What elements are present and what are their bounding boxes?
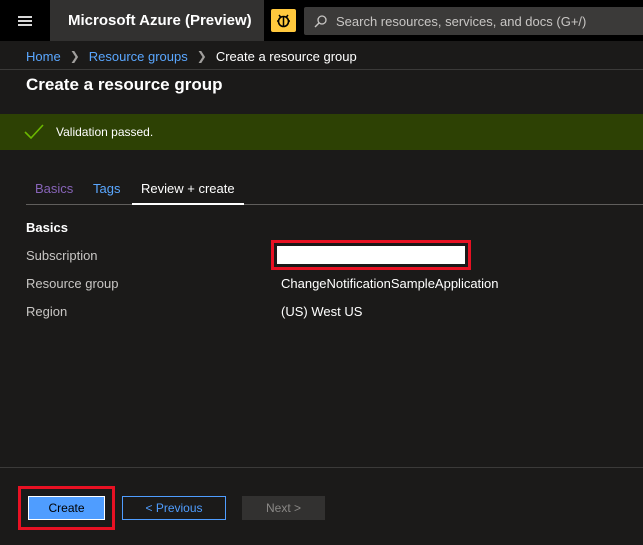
divider — [0, 69, 643, 70]
breadcrumb-home[interactable]: Home — [26, 49, 61, 64]
portal-brand[interactable]: Microsoft Azure (Preview) — [50, 0, 264, 41]
validation-banner: Validation passed. — [0, 114, 643, 150]
brand-title: Microsoft Azure (Preview) — [68, 12, 252, 29]
previous-button[interactable]: < Previous — [122, 496, 226, 520]
resource-group-label: Resource group — [26, 276, 119, 291]
tab-tags[interactable]: Tags — [84, 177, 129, 205]
region-value: (US) West US — [281, 304, 363, 319]
create-button[interactable]: Create — [28, 496, 105, 520]
checkmark-icon — [24, 124, 44, 140]
page-title: Create a resource group — [26, 75, 223, 94]
chevron-right-icon: ❯ — [196, 49, 207, 63]
breadcrumb-resource-groups[interactable]: Resource groups — [89, 49, 188, 64]
subscription-label: Subscription — [26, 248, 98, 263]
preview-bug-icon[interactable] — [271, 9, 296, 32]
section-title-basics: Basics — [26, 220, 68, 235]
breadcrumb: Home ❯ Resource groups ❯ Create a resour… — [26, 47, 357, 65]
banner-text: Validation passed. — [56, 125, 154, 139]
global-search-input[interactable]: Search resources, services, and docs (G+… — [304, 7, 643, 35]
resource-group-value: ChangeNotificationSampleApplication — [281, 276, 499, 291]
footer-divider — [0, 467, 643, 468]
subscription-value-redacted — [271, 240, 471, 270]
portal-menu-button[interactable] — [0, 0, 50, 41]
search-placeholder: Search resources, services, and docs (G+… — [336, 13, 587, 29]
region-label: Region — [26, 304, 68, 319]
top-bar: Microsoft Azure (Preview) Search resourc… — [0, 0, 643, 41]
tab-strip: Basics Tags Review + create — [26, 177, 643, 205]
search-icon — [314, 14, 327, 27]
menu-icon — [18, 15, 32, 26]
tab-basics[interactable]: Basics — [26, 177, 82, 205]
tab-review-create[interactable]: Review + create — [132, 177, 244, 205]
chevron-right-icon: ❯ — [69, 49, 80, 63]
next-button[interactable]: Next > — [242, 496, 325, 520]
breadcrumb-current: Create a resource group — [215, 48, 357, 64]
